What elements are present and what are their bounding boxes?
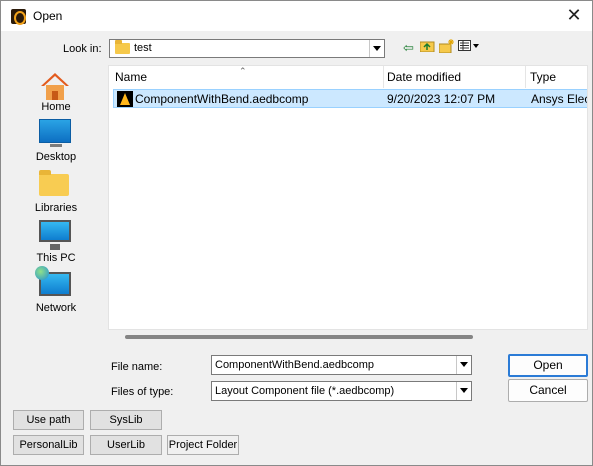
sort-caret-icon: ⌃: [239, 66, 247, 76]
place-label: Desktop: [35, 151, 77, 163]
folder-icon: [115, 40, 130, 54]
file-type-value: Layout Component file (*.aedbcomp): [215, 385, 395, 397]
place-label: Home: [41, 101, 71, 113]
up-folder-icon[interactable]: [419, 39, 436, 56]
file-name-value: ComponentWithBend.aedbcomp: [215, 359, 374, 371]
places-bar: Home Desktop Libraries This PC Network: [13, 65, 99, 329]
syslib-button[interactable]: SysLib: [90, 410, 162, 430]
place-this-pc[interactable]: This PC: [13, 218, 99, 268]
column-header-date[interactable]: Date modified: [387, 66, 461, 88]
horizontal-scrollbar[interactable]: [125, 335, 473, 339]
file-name-cell: ComponentWithBend.aedbcomp: [135, 92, 309, 106]
this-pc-icon: [39, 220, 71, 250]
column-divider[interactable]: [525, 66, 526, 88]
place-network[interactable]: Network: [13, 266, 99, 318]
place-label: Network: [35, 302, 77, 314]
place-desktop[interactable]: Desktop: [13, 117, 99, 167]
use-path-button[interactable]: Use path: [13, 410, 84, 430]
open-dialog: Open ✕ Look in: test ⇦ Home Desktop Libr…: [0, 0, 593, 466]
file-type-select[interactable]: Layout Component file (*.aedbcomp): [211, 381, 472, 401]
title-bar: Open ✕: [1, 1, 592, 31]
personallib-button[interactable]: PersonalLib: [13, 435, 84, 455]
look-in-dropdown[interactable]: test: [109, 39, 385, 58]
file-row[interactable]: ComponentWithBend.aedbcomp 9/20/2023 12:…: [113, 89, 588, 108]
chevron-down-icon[interactable]: [456, 382, 471, 400]
dialog-title: Open: [33, 9, 63, 23]
chevron-down-icon[interactable]: [456, 356, 471, 374]
file-name-label: File name:: [111, 361, 163, 373]
network-icon: [35, 266, 71, 296]
home-icon: [41, 73, 69, 100]
column-header-type[interactable]: Type: [530, 66, 556, 88]
cancel-button[interactable]: Cancel: [508, 379, 588, 402]
file-name-input[interactable]: ComponentWithBend.aedbcomp: [211, 355, 472, 375]
back-arrow-icon[interactable]: ⇦: [400, 39, 417, 56]
place-label: Libraries: [34, 202, 78, 214]
desktop-icon: [39, 119, 71, 147]
file-type-cell: Ansys Elect: [531, 92, 588, 106]
look-in-label: Look in:: [63, 43, 102, 55]
open-button[interactable]: Open: [508, 354, 588, 377]
look-in-value: test: [134, 42, 152, 54]
file-type-label: Files of type:: [111, 386, 174, 398]
file-list[interactable]: ⌃ Name Date modified Type ComponentWithB…: [108, 65, 588, 330]
userlib-button[interactable]: UserLib: [90, 435, 162, 455]
ansys-app-icon: [11, 9, 26, 25]
libraries-icon: [39, 170, 69, 196]
ansys-file-icon: [117, 91, 133, 107]
new-folder-icon[interactable]: [438, 39, 455, 56]
close-icon[interactable]: ✕: [562, 5, 586, 27]
chevron-down-icon[interactable]: [369, 40, 384, 57]
place-home[interactable]: Home: [13, 67, 99, 117]
column-divider[interactable]: [383, 66, 384, 88]
place-label: This PC: [36, 252, 76, 264]
file-date-cell: 9/20/2023 12:07 PM: [387, 92, 496, 106]
column-header-name[interactable]: Name: [115, 66, 147, 88]
place-libraries[interactable]: Libraries: [13, 168, 99, 218]
view-menu-icon[interactable]: [457, 39, 481, 56]
project-folder-button[interactable]: Project Folder: [167, 435, 239, 455]
